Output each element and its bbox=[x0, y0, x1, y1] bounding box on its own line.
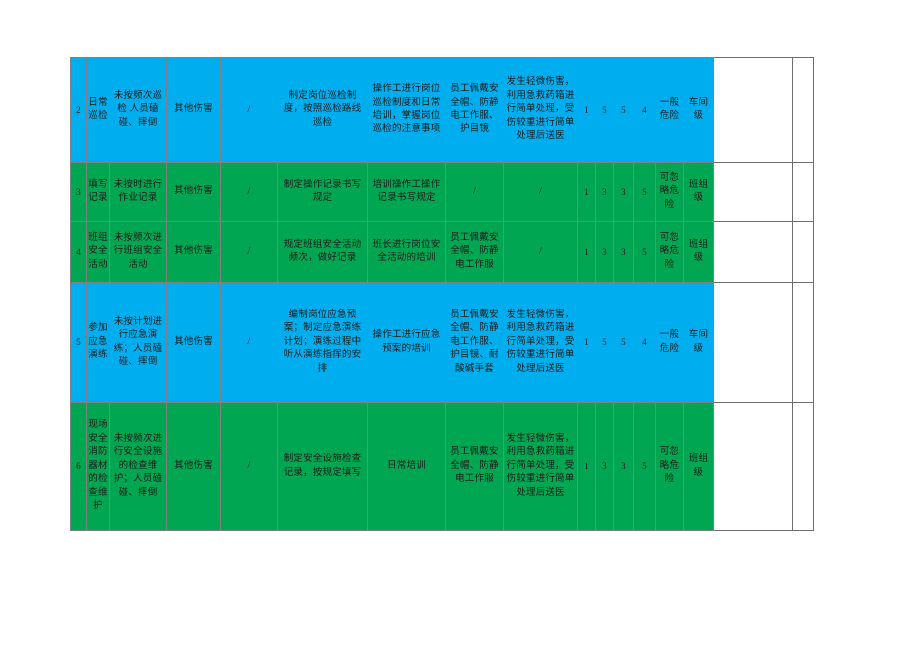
cell-management-measures: 制定岗位巡检制度，按照巡检路线巡检 bbox=[277, 57, 368, 163]
cell-emergency-measures: 发生轻微伤害，利用急救药箱进行简单处理，受伤较重进行简单处理后送医 bbox=[503, 282, 578, 403]
cell-ppe-measures: 员工佩戴安全帽、防静电工作服、护目镜、耐酸碱手套 bbox=[445, 282, 504, 403]
cell-e: 5 bbox=[595, 57, 614, 163]
cell-control-unit: 班组级 bbox=[683, 162, 714, 222]
cell-existing-measures: / bbox=[220, 162, 278, 222]
cell-ppe-measures: 员工佩戴安全帽、防静电工作服 bbox=[445, 221, 504, 283]
cell-management-measures: 编制岗位应急预案；制定应急演练计划；演练过程中听从演练指挥的安排 bbox=[277, 282, 368, 403]
cell-training-measures: 日常培训 bbox=[367, 402, 446, 531]
table-row: 2 日常巡检 未按频次巡检 人员磕碰、摔倒 其他伤害 / 制定岗位巡检制度，按照… bbox=[70, 57, 814, 163]
cell-c: 3 bbox=[613, 221, 634, 283]
cell-activity: 班组安全活动 bbox=[86, 221, 110, 283]
cell-accident-type: 其他伤害 bbox=[166, 57, 221, 163]
cell-ppe-measures: 员工佩戴安全帽、防静电工作服、护目镜 bbox=[445, 57, 504, 163]
cell-blank-2 bbox=[792, 162, 814, 222]
cell-no: 2 bbox=[70, 57, 87, 163]
cell-d: 4 bbox=[633, 282, 656, 403]
cell-existing-measures: / bbox=[220, 282, 278, 403]
cell-blank-1 bbox=[713, 162, 793, 222]
cell-activity: 参加应急演练 bbox=[86, 282, 110, 403]
cell-control-unit: 班组级 bbox=[683, 221, 714, 283]
cell-emergency-measures: 发生轻微伤害，利用急救药箱进行简单处理，受伤较重进行简单处理后送医 bbox=[503, 402, 578, 531]
cell-blank-2 bbox=[792, 57, 814, 163]
cell-training-measures: 操作工进行岗位巡检制度和日常培训，掌握岗位巡检的注意事项 bbox=[367, 57, 446, 163]
cell-hazard: 未按计划进行应急演练；人员磕碰、摔倒 bbox=[109, 282, 167, 403]
table-row: 4 班组安全活动 未按频次进行班组安全活动 其他伤害 / 规定班组安全活动频次，… bbox=[70, 221, 814, 283]
cell-activity: 填写记录 bbox=[86, 162, 110, 222]
cell-l: 1 bbox=[577, 402, 596, 531]
page-canvas: 2 日常巡检 未按频次巡检 人员磕碰、摔倒 其他伤害 / 制定岗位巡检制度，按照… bbox=[0, 0, 920, 651]
cell-risk-level: 可忽略危险 bbox=[655, 402, 684, 531]
cell-management-measures: 规定班组安全活动频次，做好记录 bbox=[277, 221, 368, 283]
risk-assessment-table: 2 日常巡检 未按频次巡检 人员磕碰、摔倒 其他伤害 / 制定岗位巡检制度，按照… bbox=[70, 57, 814, 531]
cell-training-measures: 培训操作工操作记录书写规定 bbox=[367, 162, 446, 222]
cell-blank-1 bbox=[713, 402, 793, 531]
cell-ppe-measures: 员工佩戴安全帽、防静电工作服 bbox=[445, 402, 504, 531]
cell-no: 3 bbox=[70, 162, 87, 222]
cell-emergency-measures: / bbox=[503, 221, 578, 283]
cell-control-unit: 车间级 bbox=[683, 57, 714, 163]
cell-accident-type: 其他伤害 bbox=[166, 221, 221, 283]
cell-l: 1 bbox=[577, 282, 596, 403]
cell-c: 5 bbox=[613, 57, 634, 163]
cell-l: 1 bbox=[577, 162, 596, 222]
cell-d: 4 bbox=[633, 57, 656, 163]
cell-risk-level: 可忽略危险 bbox=[655, 221, 684, 283]
cell-c: 3 bbox=[613, 402, 634, 531]
table-row: 5 参加应急演练 未按计划进行应急演练；人员磕碰、摔倒 其他伤害 / 编制岗位应… bbox=[70, 282, 814, 403]
cell-hazard: 未按频次进行安全设施的检查维护；人员磕碰、摔倒 bbox=[109, 402, 167, 531]
cell-no: 5 bbox=[70, 282, 87, 403]
table-row: 6 现场安全消防器材的检查维护 未按频次进行安全设施的检查维护；人员磕碰、摔倒 … bbox=[70, 402, 814, 531]
cell-accident-type: 其他伤害 bbox=[166, 402, 221, 531]
cell-existing-measures: / bbox=[220, 57, 278, 163]
cell-e: 3 bbox=[595, 221, 614, 283]
cell-risk-level: 一般危险 bbox=[655, 57, 684, 163]
cell-control-unit: 车间级 bbox=[683, 282, 714, 403]
cell-c: 3 bbox=[613, 162, 634, 222]
cell-training-measures: 操作工进行应急预案的培训 bbox=[367, 282, 446, 403]
cell-e: 5 bbox=[595, 282, 614, 403]
cell-control-unit: 班组级 bbox=[683, 402, 714, 531]
cell-blank-1 bbox=[713, 221, 793, 283]
cell-hazard: 未按时进行作业记录 bbox=[109, 162, 167, 222]
cell-blank-2 bbox=[792, 282, 814, 403]
cell-existing-measures: / bbox=[220, 221, 278, 283]
cell-no: 6 bbox=[70, 402, 87, 531]
cell-hazard: 未按频次进行班组安全活动 bbox=[109, 221, 167, 283]
cell-activity: 日常巡检 bbox=[86, 57, 110, 163]
cell-management-measures: 制定操作记录书写规定 bbox=[277, 162, 368, 222]
cell-risk-level: 可忽略危险 bbox=[655, 162, 684, 222]
cell-e: 3 bbox=[595, 162, 614, 222]
cell-c: 5 bbox=[613, 282, 634, 403]
table-body: 2 日常巡检 未按频次巡检 人员磕碰、摔倒 其他伤害 / 制定岗位巡检制度，按照… bbox=[70, 57, 814, 531]
cell-blank-1 bbox=[713, 282, 793, 403]
cell-emergency-measures: / bbox=[503, 162, 578, 222]
cell-emergency-measures: 发生轻微伤害，利用急救药箱进行简单处理，受伤较重进行简单处理后送医 bbox=[503, 57, 578, 163]
cell-d: 5 bbox=[633, 162, 656, 222]
cell-accident-type: 其他伤害 bbox=[166, 162, 221, 222]
cell-e: 3 bbox=[595, 402, 614, 531]
cell-d: 5 bbox=[633, 221, 656, 283]
cell-management-measures: 制定安全设施检查记录，按规定填写 bbox=[277, 402, 368, 531]
cell-risk-level: 一般危险 bbox=[655, 282, 684, 403]
cell-l: 1 bbox=[577, 57, 596, 163]
cell-blank-1 bbox=[713, 57, 793, 163]
cell-no: 4 bbox=[70, 221, 87, 283]
cell-blank-2 bbox=[792, 221, 814, 283]
table-row: 3 填写记录 未按时进行作业记录 其他伤害 / 制定操作记录书写规定 培训操作工… bbox=[70, 162, 814, 222]
cell-blank-2 bbox=[792, 402, 814, 531]
cell-ppe-measures: / bbox=[445, 162, 504, 222]
cell-accident-type: 其他伤害 bbox=[166, 282, 221, 403]
cell-hazard: 未按频次巡检 人员磕碰、摔倒 bbox=[109, 57, 167, 163]
cell-d: 5 bbox=[633, 402, 656, 531]
cell-training-measures: 班长进行岗位安全活动的培训 bbox=[367, 221, 446, 283]
cell-l: 1 bbox=[577, 221, 596, 283]
cell-activity: 现场安全消防器材的检查维护 bbox=[86, 402, 110, 531]
cell-existing-measures: / bbox=[220, 402, 278, 531]
